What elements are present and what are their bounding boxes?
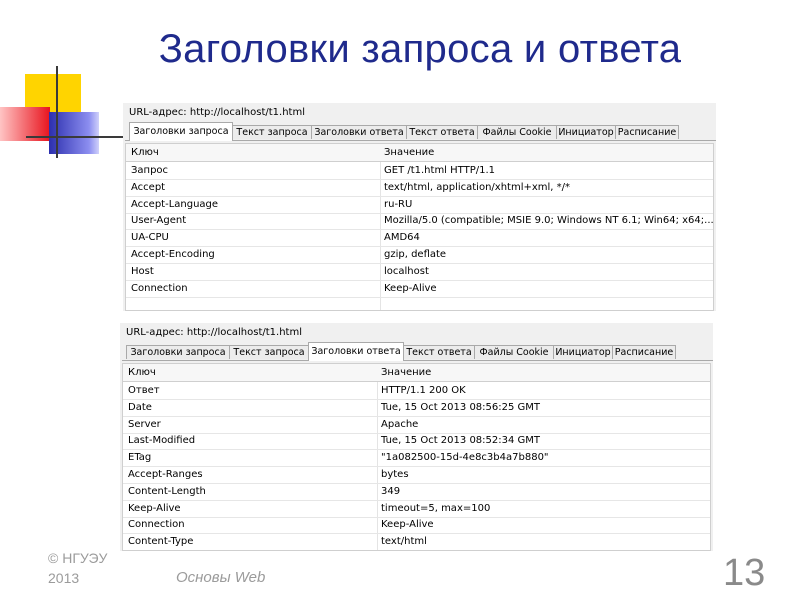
slide-title: Заголовки запроса и ответа [158, 27, 682, 71]
column-header-value[interactable]: Значение [384, 144, 434, 161]
tab-2[interactable]: Текст запроса [232, 125, 312, 139]
tab-4[interactable]: Текст ответа [406, 125, 478, 139]
header-key: Accept-Language [131, 198, 219, 210]
header-key: Content-Length [128, 485, 206, 497]
tab-6[interactable]: Инициатор [556, 125, 616, 139]
column-header-key[interactable]: Ключ [128, 364, 156, 381]
tab-1[interactable]: Заголовки запроса [129, 122, 233, 141]
table-row[interactable]: Accept-Encoding gzip, deflate [126, 246, 713, 264]
table-row[interactable]: Date Tue, 15 Oct 2013 08:56:25 GMT [123, 399, 710, 417]
tab-3[interactable]: Заголовки ответа [311, 125, 407, 139]
header-key: Date [128, 401, 152, 413]
url-label: URL-адрес: http://localhost/t1.html [129, 107, 305, 118]
footer-year: 2013 [48, 570, 80, 586]
header-value: HTTP/1.1 200 OK [381, 385, 466, 396]
table-row[interactable]: Content-Type text/html [123, 533, 710, 550]
tab-strip: Заголовки запроса Текст запроса Заголовки … [122, 342, 713, 361]
tab-7[interactable]: Расписание [612, 345, 676, 359]
column-header-key[interactable]: Ключ [131, 144, 159, 161]
table-row[interactable]: Ответ HTTP/1.1 200 OK [123, 382, 710, 400]
header-key: Accept [131, 181, 166, 193]
table-row[interactable]: Запрос GET /t1.html HTTP/1.1 [126, 162, 713, 180]
table-header: Ключ Значение [126, 144, 713, 162]
decor-horizontal-line [26, 136, 132, 138]
header-value: AMD64 [384, 232, 420, 244]
header-key: Ответ [128, 385, 160, 396]
table-row[interactable]: User-Agent Mozilla/5.0 (compatible; MSIE … [126, 212, 714, 231]
header-value: 349 [381, 485, 401, 497]
decor-vertical-line [56, 66, 58, 158]
tab-5[interactable]: Файлы Cookie [477, 125, 557, 139]
tab-6[interactable]: Инициатор [553, 345, 613, 359]
header-value: timeout=5, max=100 [381, 502, 491, 514]
header-key: Connection [131, 282, 188, 294]
table-header: Ключ Значение [123, 364, 710, 382]
copyright-text: © НГУЭУ [48, 550, 108, 566]
tab-5[interactable]: Файлы Cookie [474, 345, 554, 359]
header-key: Accept-Ranges [128, 469, 203, 480]
header-value: text/html, application/xhtml+xml, */* [384, 181, 571, 193]
header-value: Keep-Alive [381, 519, 434, 531]
header-value: Keep-Alive [384, 282, 437, 294]
table-row[interactable]: UA-CPU AMD64 [126, 229, 713, 248]
table-row[interactable]: Accept-Ranges bytes [123, 466, 710, 484]
header-value: text/html [381, 536, 427, 548]
table-row[interactable]: Accept text/html, application/xhtml+xml, … [126, 179, 713, 197]
header-value: Tue, 15 Oct 2013 08:56:25 GMT [381, 401, 541, 413]
header-value: Apache [381, 418, 419, 430]
header-key: Accept-Encoding [131, 249, 215, 260]
header-value: Tue, 15 Oct 2013 08:52:34 GMT [381, 435, 541, 447]
headers-table: Ключ Значение Ответ HTTP/1.1 200 OK Date Tue,… [122, 363, 711, 551]
header-value: ru-RU [384, 198, 413, 210]
page-number: 13 [723, 552, 766, 594]
tab-1[interactable]: Заголовки запроса [126, 345, 230, 359]
header-value: gzip, deflate [384, 249, 447, 260]
header-key: Content-Type [128, 536, 194, 548]
table-row[interactable]: Content-Length 349 [123, 483, 710, 501]
header-value: bytes [381, 469, 409, 480]
table-row[interactable]: Connection Keep-Alive [123, 516, 710, 535]
tab-strip: Заголовки запроса Текст запроса Заголовки … [125, 122, 716, 141]
response-headers-panel: URL-адрес: http://localhost/t1.html Заго… [120, 323, 713, 551]
table-row[interactable]: ETag "1a082500-15d-4e8c3b4a7b880" [123, 449, 710, 468]
header-value: "1a082500-15d-4e8c3b4a7b880" [381, 452, 549, 464]
header-value: Mozilla/5.0 (compatible; MSIE 9.0; Windo… [384, 215, 714, 227]
tab-3[interactable]: Заголовки ответа [308, 342, 404, 361]
footer-course: Основы Web [176, 569, 266, 586]
header-key: UA-CPU [131, 232, 169, 244]
table-row[interactable]: Last-Modified Tue, 15 Oct 2013 08:52:34 G… [123, 432, 710, 451]
header-key: User-Agent [131, 215, 187, 227]
header-key: Connection [128, 519, 185, 531]
header-key: Server [128, 418, 161, 430]
header-value: localhost [384, 265, 429, 277]
tab-7[interactable]: Расписание [615, 125, 679, 139]
url-label: URL-адрес: http://localhost/t1.html [126, 327, 302, 338]
header-key: ETag [128, 452, 152, 464]
table-row[interactable]: Server Apache [123, 416, 710, 434]
tab-4[interactable]: Текст ответа [403, 345, 475, 359]
table-row[interactable]: Host localhost [126, 263, 713, 281]
tab-2[interactable]: Текст запроса [229, 345, 309, 359]
headers-table: Ключ Значение Запрос GET /t1.html HTTP/1.1 A… [125, 143, 714, 311]
table-row[interactable]: Connection Keep-Alive [126, 280, 713, 298]
header-key: Keep-Alive [128, 502, 181, 514]
column-header-value[interactable]: Значение [381, 364, 431, 381]
header-key: Last-Modified [128, 435, 196, 447]
request-headers-panel: URL-адрес: http://localhost/t1.html Заго… [123, 103, 716, 311]
header-value: GET /t1.html HTTP/1.1 [384, 165, 496, 176]
table-row[interactable]: Accept-Language ru-RU [126, 196, 713, 214]
table-row[interactable]: Keep-Alive timeout=5, max=100 [123, 500, 710, 518]
header-key: Запрос [131, 165, 169, 176]
header-key: Host [131, 265, 154, 277]
